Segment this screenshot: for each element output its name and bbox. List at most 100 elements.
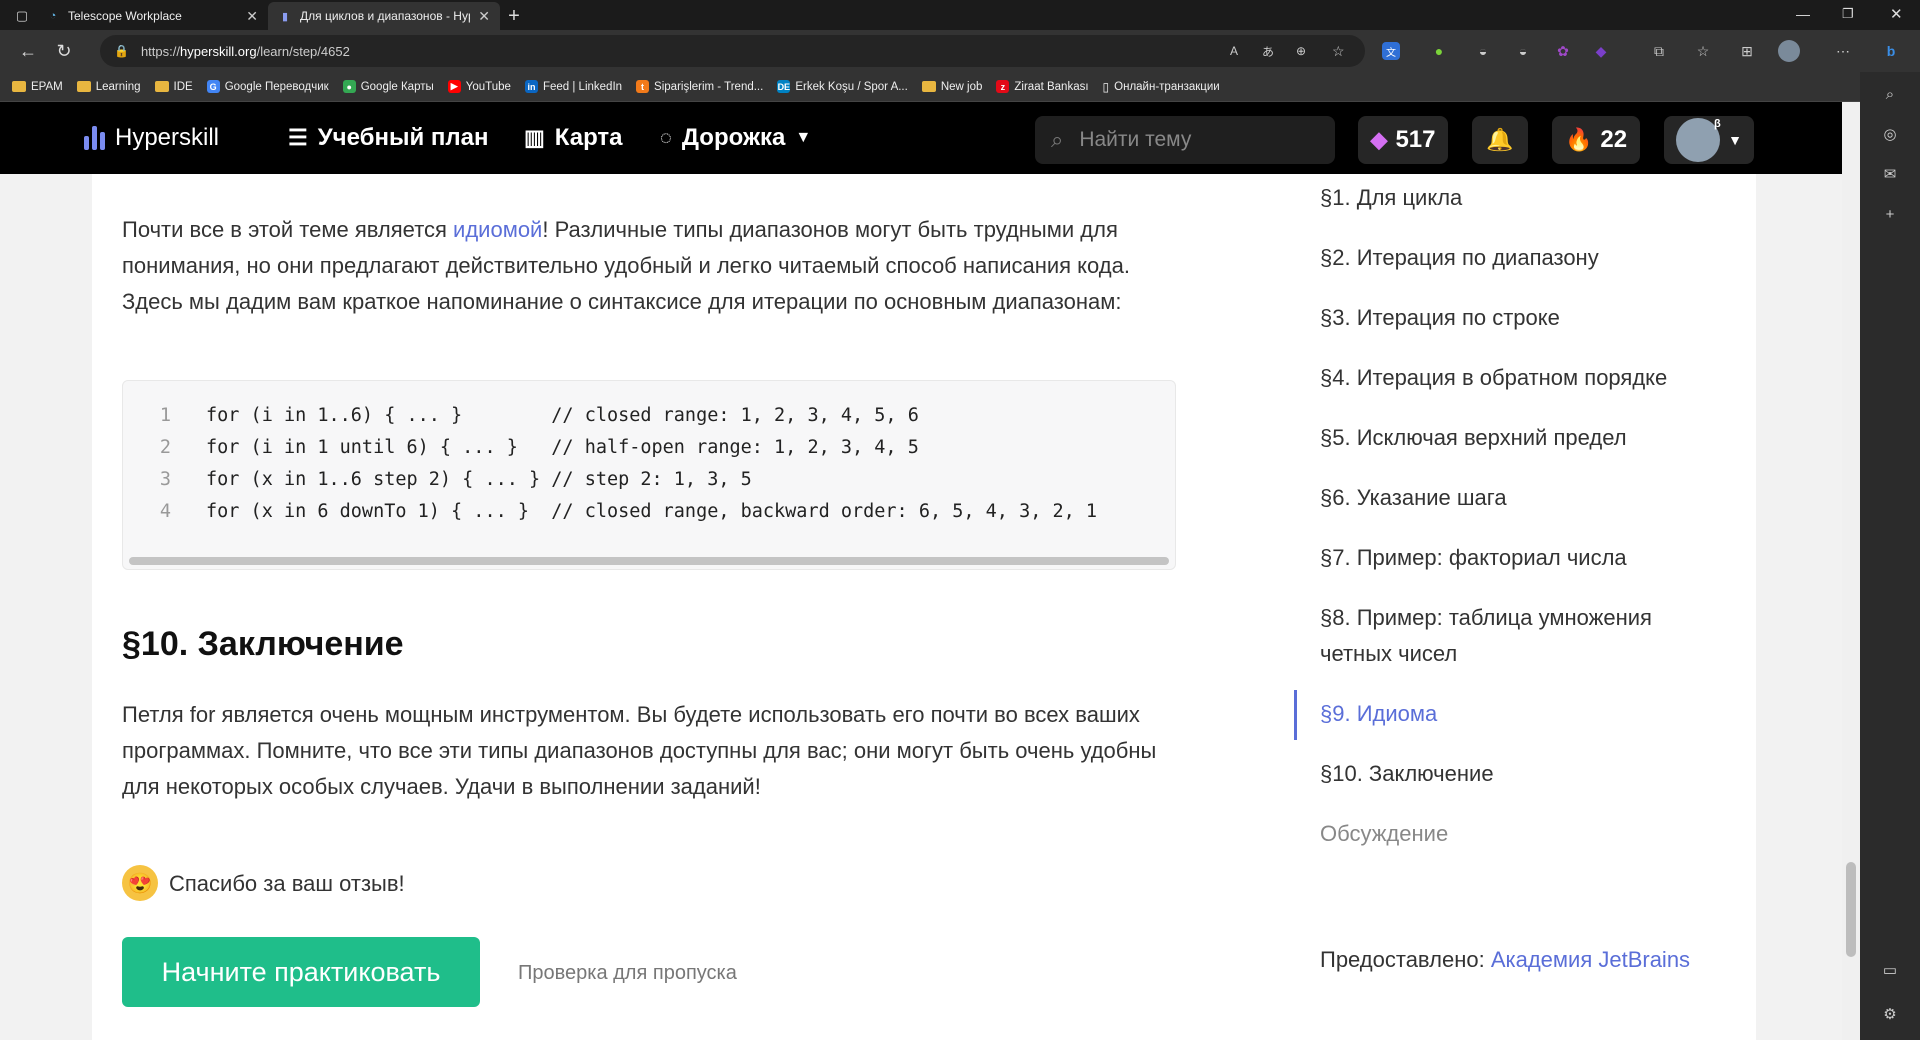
sidebar-toggle-icon[interactable]: ▭ (1878, 958, 1902, 982)
scrollbar-thumb[interactable] (1846, 862, 1856, 957)
gems-counter[interactable]: ◆ 517 (1358, 116, 1448, 164)
notifications-button[interactable]: 🔔 (1472, 116, 1528, 164)
profile-avatar[interactable] (1778, 40, 1800, 62)
code-line: 2 for (i in 1 until 6) { ... } // half-op… (159, 437, 919, 458)
fire-icon: 🔥 (1564, 127, 1593, 152)
toc-item[interactable]: §2. Итерация по диапазону (1320, 240, 1599, 276)
folder-icon (76, 81, 91, 92)
bookmark-new-job[interactable]: New job (921, 81, 982, 93)
nav-study-plan[interactable]: ☰ Учебный план (288, 102, 488, 174)
toc-item[interactable]: §4. Итерация в обратном порядке (1320, 360, 1667, 396)
search-icon[interactable]: ⌕ (1878, 82, 1902, 106)
bookmark-online-transactions[interactable]: ▯ Онлайн-транзакции (1103, 80, 1220, 94)
page-icon: ▯ (1102, 79, 1110, 94)
browser-tab-bar: ▢ ◔ Telescope Workplace ✕ ▮ Для циклов и… (0, 0, 1920, 30)
start-practice-button[interactable]: Начните практиковать (122, 937, 480, 1007)
provided-by: Предоставлено: Академия JetBrains (1320, 947, 1691, 972)
chevron-down-icon: ▼ (795, 129, 812, 146)
toc-item-active[interactable]: §9. Идиома (1320, 696, 1437, 732)
toc-item[interactable]: §6. Указание шага (1320, 480, 1507, 516)
hyperskill-icon: ▮ (281, 10, 289, 23)
profile-menu[interactable]: β ▼ (1664, 116, 1754, 164)
favorite-star-icon[interactable]: ☆ (1332, 43, 1345, 60)
code-block: 1 for (i in 1..6) { ... } // closed range… (122, 380, 1176, 570)
logo-text: Hyperskill (115, 124, 220, 151)
bookmark-linkedin[interactable]: in Feed | LinkedIn (524, 80, 622, 93)
nav-track[interactable]: ◌ Дорожка ▼ (660, 102, 811, 174)
bookmark-epam[interactable]: EPAM (12, 81, 63, 93)
restore-icon[interactable]: ❐ (1842, 6, 1854, 22)
streak-counter[interactable]: 🔥 22 (1552, 116, 1640, 164)
telescope-icon: ◔ (49, 10, 57, 22)
minimize-icon[interactable]: — (1796, 6, 1810, 22)
zoom-icon[interactable]: ⊕ (1296, 44, 1306, 58)
extension-icon[interactable]: ◒ (1470, 38, 1496, 64)
shopping-icon[interactable]: ◎ (1878, 122, 1902, 146)
google-maps-icon: ● (342, 80, 356, 93)
extension-translate-icon[interactable]: 文 (1382, 42, 1400, 60)
address-bar-row: ← ↻ 🔒 https://hyperskill.org/learn/step/… (0, 30, 1920, 72)
extensions-icon[interactable]: ⧉ (1646, 38, 1672, 64)
bookmark-ziraat[interactable]: z Ziraat Bankası (996, 80, 1089, 93)
beta-badge: β (1714, 118, 1721, 130)
url-field[interactable]: 🔒 https://hyperskill.org/learn/step/4652… (100, 35, 1365, 67)
nav-map[interactable]: ▥ Карта (524, 102, 623, 174)
code-line: 3 for (x in 1..6 step 2) { ... } // step … (159, 469, 752, 490)
bookmark-decathlon[interactable]: DE Erkek Koşu / Spor A... (777, 80, 908, 93)
folder-icon (921, 81, 936, 92)
extension-green-icon[interactable]: ● (1426, 38, 1452, 64)
toc-item[interactable]: §8. Пример: таблица умножения (1320, 600, 1652, 636)
extension-purple-icon[interactable]: ◆ (1588, 38, 1614, 64)
back-icon[interactable]: ← (10, 35, 46, 67)
bookmark-google-maps[interactable]: ● Google Карты (342, 80, 434, 93)
new-tab-icon[interactable]: + (500, 2, 528, 30)
toc-item-continuation[interactable]: четных чисел (1320, 636, 1457, 672)
tab-telescope[interactable]: ◔ Telescope Workplace ✕ (36, 2, 268, 30)
skip-check-link[interactable]: Проверка для пропуска (518, 955, 737, 991)
toc-item[interactable]: §1. Для цикла (1320, 180, 1462, 216)
close-tab-icon[interactable]: ✕ (246, 8, 258, 25)
search-icon: ⌕ (1051, 127, 1064, 152)
feedback-thanks: Спасибо за ваш отзыв! (169, 871, 405, 896)
toc-item[interactable]: §10. Заключение (1320, 756, 1494, 792)
google-translate-icon: G (206, 80, 220, 93)
conclusion-paragraph: Петля for является очень мощным инструме… (122, 702, 1157, 799)
list-icon: ☰ (288, 125, 308, 150)
add-icon[interactable]: + (1878, 202, 1902, 226)
extension-icon[interactable]: ◒ (1510, 38, 1536, 64)
toc-item[interactable]: §7. Пример: факториал числа (1320, 540, 1627, 576)
logo[interactable]: Hyperskill (84, 102, 219, 174)
toc-item-discussion[interactable]: Обсуждение (1320, 816, 1448, 852)
topic-search-input[interactable]: ⌕ Найти тему (1035, 116, 1335, 164)
bookmark-google-translate[interactable]: G Google Переводчик (206, 80, 329, 93)
code-scrollbar[interactable] (129, 557, 1169, 565)
jetbrains-academy-link[interactable]: Академия JetBrains (1491, 947, 1690, 972)
translate-icon[interactable]: あ (1262, 43, 1274, 60)
bookmark-learning[interactable]: Learning (76, 81, 141, 93)
section-heading: §10. Заключение (122, 625, 404, 663)
idiom-link[interactable]: идиомой (453, 217, 542, 242)
tab-actions-icon[interactable]: ▢ (8, 2, 36, 30)
ziraat-icon: z (996, 80, 1010, 93)
more-menu-icon[interactable]: ⋯ (1830, 38, 1856, 64)
close-window-icon[interactable]: ✕ (1890, 5, 1903, 23)
tab-hyperskill[interactable]: ▮ Для циклов и диапазонов - Hyp ✕ (268, 2, 500, 30)
toc-item[interactable]: §5. Исключая верхний предел (1320, 420, 1627, 456)
bookmark-trendyol[interactable]: t Siparişlerim - Trend... (636, 80, 763, 93)
toc-item[interactable]: §3. Итерация по строке (1320, 300, 1560, 336)
favorites-icon[interactable]: ☆ (1690, 38, 1716, 64)
browser-sidebar: ⌕ ◎ ✉ + ▭ ⚙ (1860, 72, 1920, 1040)
progress-ring-icon: ◌ (660, 126, 672, 149)
read-aloud-icon[interactable]: A (1230, 44, 1238, 58)
settings-icon[interactable]: ⚙ (1878, 1002, 1902, 1026)
bing-icon[interactable]: b (1878, 38, 1904, 64)
close-tab-icon[interactable]: ✕ (478, 8, 490, 25)
linkedin-icon: in (524, 80, 538, 93)
bookmark-youtube[interactable]: ▶ YouTube (447, 80, 511, 93)
outlook-icon[interactable]: ✉ (1878, 162, 1902, 186)
collections-icon[interactable]: ⊞ (1734, 38, 1760, 64)
extension-purple-icon[interactable]: ✿ (1550, 38, 1576, 64)
page-scrollbar[interactable] (1842, 102, 1860, 1040)
bookmark-ide[interactable]: IDE (154, 81, 193, 93)
refresh-icon[interactable]: ↻ (46, 35, 82, 67)
